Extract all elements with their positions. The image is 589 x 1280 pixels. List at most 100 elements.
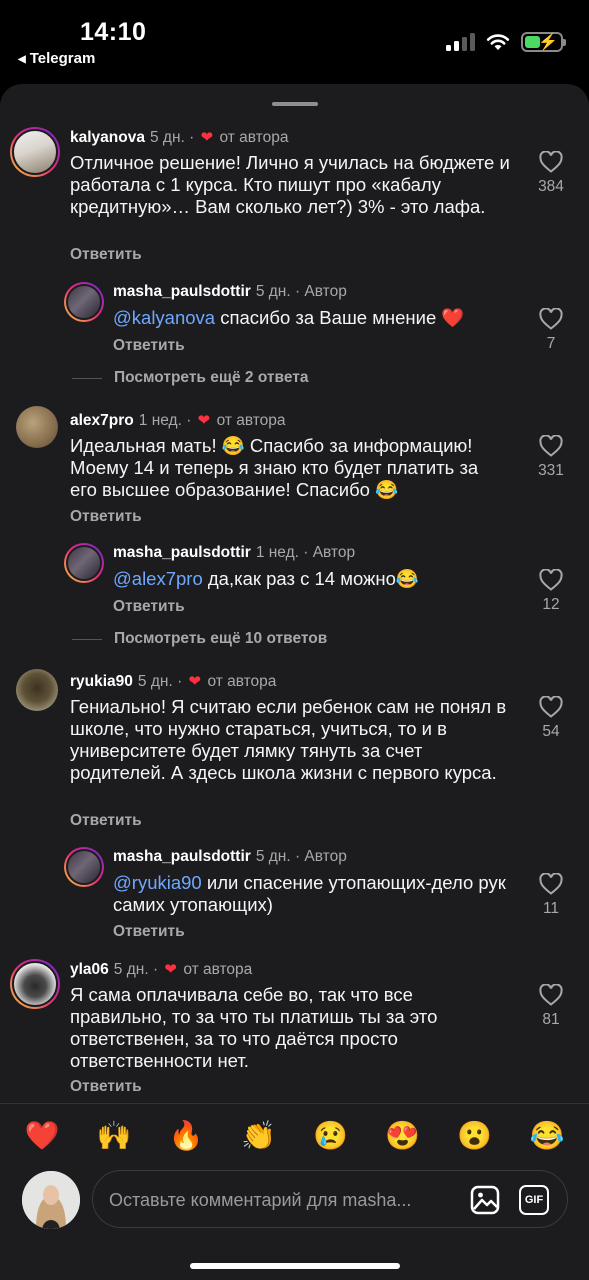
author-liked-heart-icon: ❤	[200, 129, 214, 146]
view-more-replies-button[interactable]: Посмотреть ещё 10 ответов	[72, 630, 327, 648]
heart-outline-icon	[539, 873, 563, 895]
reaction-heart-eyes-emoji[interactable]: 😍	[385, 1121, 420, 1150]
avatar[interactable]	[64, 543, 104, 583]
comment-username[interactable]: ryukia90	[70, 673, 133, 690]
author-liked-label: от автора	[219, 129, 289, 146]
back-triangle-icon: ◀	[18, 54, 26, 65]
like-count: 331	[538, 462, 564, 479]
quick-reactions-bar: ❤️ 🙌 🔥 👏 😢 😍 😮 😂	[0, 1103, 589, 1167]
divider-line	[72, 377, 102, 379]
wifi-icon	[486, 34, 510, 50]
reply-username[interactable]: masha_paulsdottir	[113, 848, 251, 865]
like-button[interactable]: 11	[531, 873, 571, 918]
reply-meta: masha_paulsdottir 1 нед. · Автор	[113, 544, 355, 562]
divider-line	[72, 638, 102, 640]
mention-link[interactable]: @alex7pro	[113, 568, 203, 589]
author-liked-heart-icon: ❤	[197, 412, 211, 429]
home-indicator[interactable]	[190, 1263, 400, 1269]
comment-text: Гениально! Я считаю если ребенок сам не …	[70, 696, 507, 783]
status-time: 14:10	[80, 18, 147, 46]
battery-icon: ⚡	[521, 32, 566, 52]
like-button[interactable]: 331	[531, 435, 571, 480]
view-more-replies-label: Посмотреть ещё 10 ответов	[114, 630, 328, 647]
comment-username[interactable]: kalyanova	[70, 129, 145, 146]
avatar[interactable]	[16, 406, 58, 448]
heart-outline-icon	[539, 984, 563, 1006]
my-avatar	[22, 1171, 80, 1229]
comments-sheet: kalyanova 5 дн. · ❤ от автора Отличное ре…	[0, 84, 589, 1280]
mention-link[interactable]: @ryukia90	[113, 872, 202, 893]
status-bar: 14:10 ◀ Telegram ⚡	[0, 0, 589, 84]
reaction-heart-emoji[interactable]: ❤️	[25, 1121, 60, 1150]
heart-outline-icon	[539, 435, 563, 457]
reply-body: да,как раз с 14 можно😂	[202, 568, 419, 589]
gif-button[interactable]: GIF	[519, 1185, 549, 1215]
back-app-label: Telegram	[29, 50, 96, 67]
comment-time: 5 дн. ·	[137, 673, 183, 690]
comment-time: 1 нед. ·	[138, 412, 192, 429]
reply-username[interactable]: masha_paulsdottir	[113, 283, 251, 300]
reply-button[interactable]: Ответить	[70, 1078, 142, 1096]
comment-time: 5 дн. ·	[113, 961, 159, 978]
comment-meta: ryukia90 5 дн. · ❤ от автора	[70, 672, 276, 691]
image-picker-icon[interactable]	[470, 1185, 500, 1215]
like-button[interactable]: 81	[531, 984, 571, 1029]
comment-meta: alex7pro 1 нед. · ❤ от автора	[70, 411, 286, 430]
reply-text: @kalyanova спасибо за Ваше мнение ❤️	[113, 307, 513, 329]
comment-text: Отличное решение! Лично я училась на бюд…	[70, 152, 510, 217]
reply-text: @ryukia90 или спасение утопающих-дело ру…	[113, 872, 513, 916]
heart-outline-icon	[539, 308, 563, 330]
back-to-app-link[interactable]: ◀ Telegram	[18, 50, 95, 67]
reply-time: 5 дн. · Автор	[255, 848, 347, 865]
heart-outline-icon	[539, 151, 563, 173]
like-count: 54	[542, 723, 560, 740]
comment-username[interactable]: alex7pro	[70, 412, 134, 429]
comment-input-placeholder: Оставьте комментарий для masha...	[109, 1190, 412, 1210]
reaction-clap-emoji[interactable]: 👏	[241, 1121, 276, 1150]
avatar[interactable]	[16, 669, 58, 711]
comment-text: Я сама оплачивала себе во, так что все п…	[70, 984, 438, 1071]
view-more-replies-button[interactable]: Посмотреть ещё 2 ответа	[72, 369, 308, 387]
reply-time: 5 дн. · Автор	[255, 283, 347, 300]
reply-button[interactable]: Ответить	[113, 598, 185, 616]
comment-meta: yla06 5 дн. · ❤ от автора	[70, 960, 252, 979]
reply-meta: masha_paulsdottir 5 дн. · Автор	[113, 848, 347, 866]
heart-outline-icon	[539, 696, 563, 718]
like-button[interactable]: 7	[531, 308, 571, 353]
like-button[interactable]: 12	[531, 569, 571, 614]
view-more-replies-label: Посмотреть ещё 2 ответа	[114, 369, 309, 386]
comment-text: Идеальная мать! 😂 Спасибо за информацию!…	[70, 435, 479, 500]
sheet-grabber[interactable]	[272, 102, 318, 106]
reply-button[interactable]: Ответить	[70, 508, 142, 526]
mention-link[interactable]: @kalyanova	[113, 307, 215, 328]
comment-username[interactable]: yla06	[70, 961, 109, 978]
cellular-signal-icon	[446, 33, 475, 51]
status-icons: ⚡	[446, 32, 566, 52]
reply-button[interactable]: Ответить	[113, 923, 185, 941]
like-button[interactable]: 384	[531, 151, 571, 196]
like-button[interactable]: 54	[531, 696, 571, 741]
reply-username[interactable]: masha_paulsdottir	[113, 544, 251, 561]
like-count: 12	[542, 596, 560, 613]
author-liked-heart-icon: ❤	[164, 961, 177, 978]
reaction-laughing-emoji[interactable]: 😂	[530, 1121, 565, 1150]
like-count: 384	[538, 178, 564, 195]
avatar[interactable]	[10, 127, 60, 177]
heart-outline-icon	[539, 569, 563, 591]
reaction-fire-emoji[interactable]: 🔥	[169, 1121, 204, 1150]
comment-meta: kalyanova 5 дн. · ❤ от автора	[70, 128, 288, 147]
reply-time: 1 нед. · Автор	[255, 544, 356, 561]
author-liked-label: от автора	[207, 673, 277, 690]
reaction-surprised-emoji[interactable]: 😮	[457, 1121, 492, 1150]
avatar[interactable]	[64, 282, 104, 322]
reply-button[interactable]: Ответить	[70, 812, 142, 830]
avatar[interactable]	[10, 959, 60, 1009]
reaction-crying-emoji[interactable]: 😢	[313, 1121, 348, 1150]
reply-button[interactable]: Ответить	[113, 337, 185, 355]
comment-input[interactable]: Оставьте комментарий для masha... GIF	[92, 1170, 568, 1228]
reply-button[interactable]: Ответить	[70, 246, 142, 264]
avatar[interactable]	[64, 847, 104, 887]
reaction-raised-hands-emoji[interactable]: 🙌	[97, 1121, 132, 1150]
author-liked-label: от автора	[216, 412, 286, 429]
like-count: 7	[546, 335, 556, 352]
